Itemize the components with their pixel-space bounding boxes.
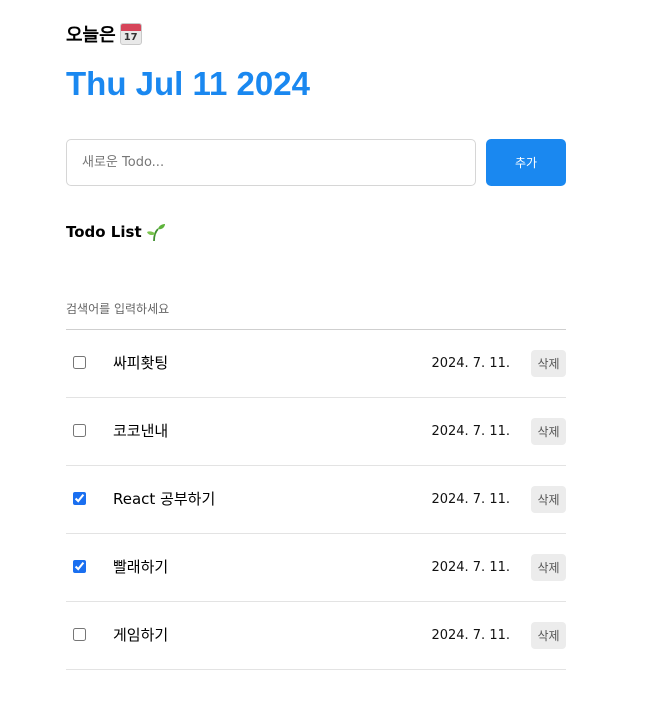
todo-date: 2024. 7. 11. (431, 492, 510, 507)
todo-item: 싸피홧팅 2024. 7. 11. 삭제 (66, 330, 566, 398)
delete-button[interactable]: 삭제 (531, 622, 566, 649)
todo-list: 싸피홧팅 2024. 7. 11. 삭제 코코낸내 2024. 7. 11. 삭제 Reac… (66, 330, 566, 670)
todo-checkbox[interactable] (73, 628, 86, 641)
search-input[interactable] (66, 289, 566, 330)
todo-checkbox[interactable] (73, 424, 86, 437)
list-title: Todo List (66, 220, 166, 244)
today-date: Thu Jul 11 2024 (66, 65, 310, 102)
todo-date: 2024. 7. 11. (431, 628, 510, 643)
todo-item: 게임하기 2024. 7. 11. 삭제 (66, 602, 566, 670)
todo-content: React 공부하기 (113, 490, 216, 508)
add-button[interactable]: 추가 (486, 139, 566, 186)
todo-content: 게임하기 (113, 626, 169, 644)
todo-content: 빨래하기 (113, 558, 169, 576)
header: 오늘은 17 (66, 20, 142, 48)
todo-editor: 추가 (66, 139, 566, 186)
todo-item: 빨래하기 2024. 7. 11. 삭제 (66, 534, 566, 602)
calendar-icon-day: 17 (123, 32, 138, 43)
new-todo-input[interactable] (66, 139, 476, 186)
list-title-text: Todo List (66, 223, 142, 241)
delete-button[interactable]: 삭제 (531, 486, 566, 513)
todo-checkbox[interactable] (73, 356, 86, 369)
todo-checkbox[interactable] (73, 492, 86, 505)
todo-content: 싸피홧팅 (113, 354, 169, 372)
calendar-icon: 17 (119, 23, 142, 45)
todo-item: React 공부하기 2024. 7. 11. 삭제 (66, 466, 566, 534)
delete-button[interactable]: 삭제 (531, 350, 566, 377)
todo-date: 2024. 7. 11. (431, 424, 510, 439)
todo-date: 2024. 7. 11. (431, 356, 510, 371)
delete-button[interactable]: 삭제 (531, 418, 566, 445)
todo-checkbox[interactable] (73, 560, 86, 573)
delete-button[interactable]: 삭제 (531, 554, 566, 581)
todo-item: 코코낸내 2024. 7. 11. 삭제 (66, 398, 566, 466)
todo-content: 코코낸내 (113, 422, 169, 440)
todo-date: 2024. 7. 11. (431, 560, 510, 575)
sprout-icon (146, 224, 165, 242)
header-label: 오늘은 (66, 25, 116, 46)
